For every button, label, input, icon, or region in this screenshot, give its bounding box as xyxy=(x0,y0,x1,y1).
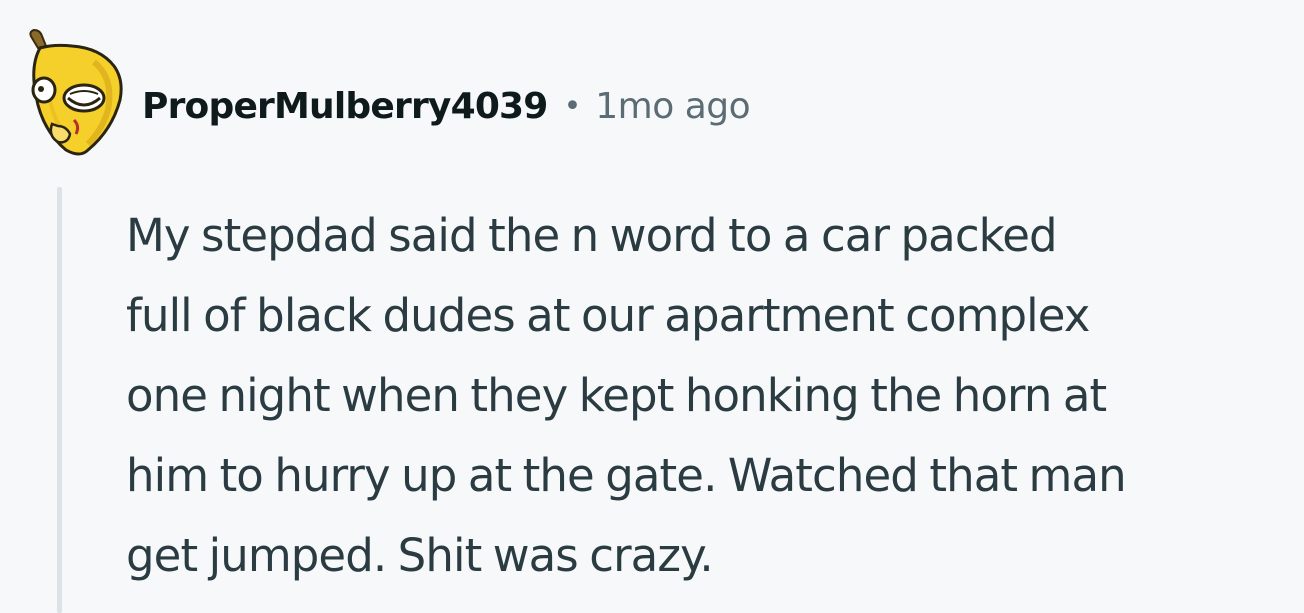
comment-body-line: him to hurry up at the gate. Watched tha… xyxy=(126,449,1127,502)
comment-body-line: My stepdad said the n word to a car pack… xyxy=(126,209,1058,262)
avatar[interactable] xyxy=(22,26,126,160)
eye-icon xyxy=(31,76,57,104)
comment-body: My stepdad said the n word to a car pack… xyxy=(126,196,1296,596)
comment-body-line: one night when they kept honking the hor… xyxy=(126,369,1107,422)
thread-line[interactable] xyxy=(57,187,62,613)
comment-header: ProperMulberry4039 • 1mo ago xyxy=(142,80,751,132)
comment-body-line: full of black dudes at our apartment com… xyxy=(126,289,1090,342)
timestamp[interactable]: 1mo ago xyxy=(595,86,750,127)
meta-separator: • xyxy=(563,88,582,124)
comment: ProperMulberry4039 • 1mo ago My stepdad … xyxy=(0,0,1304,613)
grin-icon xyxy=(62,83,106,113)
banana-stem xyxy=(29,28,48,50)
comment-body-line: get jumped. Shit was crazy. xyxy=(126,529,714,582)
username-link[interactable]: ProperMulberry4039 xyxy=(142,86,548,127)
